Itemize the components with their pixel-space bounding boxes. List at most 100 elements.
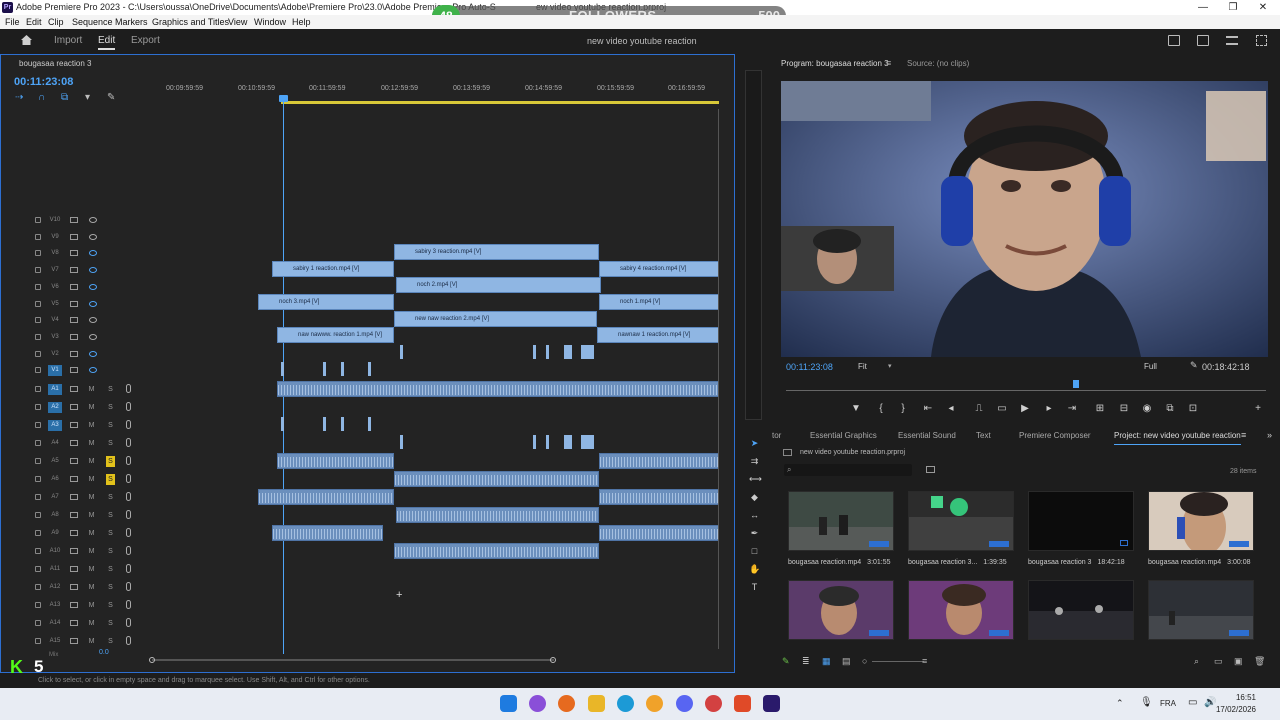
track-label[interactable]: V9 — [48, 232, 62, 243]
project-item-thumbnail[interactable] — [788, 491, 894, 551]
video-track-header[interactable]: V3 — [31, 329, 159, 346]
clip-small[interactable] — [341, 362, 344, 376]
network-icon[interactable]: ▭ — [1188, 697, 1197, 708]
video-track-header[interactable]: V6 — [31, 279, 159, 296]
audio-track-header[interactable]: A11 M S — [31, 561, 159, 578]
mute-button[interactable]: M — [87, 546, 96, 557]
video-track-header[interactable]: V1 — [31, 362, 159, 379]
pen-tool-icon[interactable]: ✒ — [749, 528, 760, 539]
clock[interactable]: 16:51 17/02/2026 — [1216, 692, 1256, 716]
audio-clip-a5[interactable] — [277, 453, 394, 469]
microphone-icon[interactable] — [126, 618, 131, 627]
video-track-header[interactable]: V4 — [31, 312, 159, 329]
microphone-icon[interactable] — [126, 438, 131, 447]
mark-in-icon[interactable]: { — [874, 403, 888, 414]
panel-menu-icon[interactable]: ≡ — [1241, 430, 1246, 440]
sync-lock-icon[interactable] — [70, 267, 78, 274]
sync-lock-icon[interactable] — [70, 566, 78, 572]
step-back-icon[interactable]: ◂ — [944, 403, 958, 414]
clip-sabiry-1[interactable]: sabiry 1 reaction.mp4 [V] — [272, 261, 394, 277]
sync-lock-icon[interactable] — [70, 476, 78, 482]
solo-button[interactable]: S — [106, 510, 115, 521]
add-marker-icon[interactable]: ▼ — [849, 403, 863, 414]
fullscreen-icon[interactable] — [1256, 35, 1267, 46]
home-icon[interactable] — [20, 34, 33, 46]
menu-graphics[interactable]: Graphics and Titles — [152, 15, 229, 29]
sequence-tab[interactable]: bougasaa reaction 3 — [19, 59, 92, 68]
language-indicator[interactable]: FRA — [1160, 699, 1176, 708]
audio-clip-a10[interactable] — [394, 543, 599, 559]
solo-button[interactable]: S — [106, 438, 115, 449]
audio-clip-a7b[interactable] — [599, 489, 719, 505]
microphone-icon[interactable] — [126, 510, 131, 519]
audio-track-header[interactable]: A12 M S — [31, 579, 159, 596]
track-label[interactable]: V3 — [48, 332, 62, 343]
volume-icon[interactable]: 🔊 — [1204, 697, 1216, 708]
microphone-icon[interactable] — [126, 528, 131, 537]
mix-value[interactable]: 0.0 — [99, 649, 109, 656]
clip-small[interactable] — [323, 362, 326, 376]
work-area-bar[interactable] — [281, 101, 719, 104]
track-label[interactable]: A4 — [48, 438, 62, 449]
track-label[interactable]: A3 — [48, 420, 62, 431]
audio-track-header[interactable]: A7 M S — [31, 489, 159, 506]
lock-icon[interactable] — [35, 367, 41, 374]
program-monitor[interactable]: Program: bougasaa reaction 3 ≡ Source: (… — [778, 54, 1280, 424]
lock-icon[interactable] — [35, 584, 41, 590]
track-label[interactable]: A9 — [48, 528, 62, 539]
lock-icon[interactable] — [35, 300, 41, 307]
close-button[interactable]: ✕ — [1248, 0, 1278, 15]
solo-button[interactable]: S — [106, 582, 115, 593]
lock-icon[interactable] — [35, 404, 41, 410]
solo-button[interactable]: S — [106, 420, 115, 431]
tab-essential-graphics[interactable]: Essential Graphics — [810, 431, 877, 440]
clip-noch-2[interactable]: noch 2.mp4 [V] — [396, 277, 601, 293]
solo-button[interactable]: S — [106, 636, 115, 647]
timeline-timecode[interactable]: 00:11:23:08 — [14, 76, 73, 88]
audio-track-header[interactable]: A5 M S — [31, 453, 159, 470]
export-frame-icon[interactable]: ◉ — [1140, 403, 1154, 414]
tab-import[interactable]: Import — [54, 35, 82, 46]
eye-icon[interactable] — [89, 217, 97, 223]
audio-track-header[interactable]: A9 M S — [31, 525, 159, 542]
share-icon[interactable] — [1197, 35, 1209, 46]
sync-lock-icon[interactable] — [70, 317, 78, 324]
audio-clip-small[interactable] — [281, 417, 284, 431]
lock-icon[interactable] — [35, 638, 41, 644]
audio-track-header[interactable]: A6 M S — [31, 471, 159, 488]
track-label[interactable]: A8 — [48, 510, 62, 521]
rectangle-tool-icon[interactable]: □ — [749, 546, 760, 557]
go-to-in-icon[interactable]: ⇤ — [921, 403, 935, 414]
video-track-header[interactable]: V7 — [31, 262, 159, 279]
minimize-button[interactable]: — — [1188, 0, 1218, 15]
program-menu-icon[interactable]: ≡ — [886, 58, 891, 68]
audio-clip-a9b[interactable] — [599, 525, 719, 541]
microphone-icon[interactable] — [126, 636, 131, 645]
sync-lock-icon[interactable] — [70, 386, 78, 392]
mute-button[interactable]: M — [87, 456, 96, 467]
chevron-down-icon[interactable]: ▾ — [888, 362, 892, 370]
clip-small[interactable] — [368, 362, 371, 376]
track-label[interactable]: A2 — [48, 402, 62, 413]
copilot-icon[interactable] — [529, 695, 546, 712]
eye-icon[interactable] — [89, 283, 97, 290]
lock-icon[interactable] — [35, 250, 41, 257]
track-label[interactable]: V4 — [48, 315, 62, 326]
sync-lock-icon[interactable] — [70, 300, 78, 307]
mute-button[interactable]: M — [87, 600, 96, 611]
settings-wrench-icon[interactable]: ✎ — [1190, 360, 1198, 371]
linked-selection-icon[interactable]: ⧉ — [61, 92, 68, 103]
menu-window[interactable]: Window — [254, 15, 286, 29]
lock-icon[interactable] — [35, 458, 41, 464]
solo-button[interactable]: S — [106, 528, 115, 539]
resolution-select[interactable]: Full — [1144, 362, 1157, 371]
lock-icon[interactable] — [35, 386, 41, 392]
program-scrubber[interactable] — [786, 390, 1266, 391]
mute-button[interactable]: M — [87, 492, 96, 503]
project-item-thumbnail[interactable] — [908, 491, 1014, 551]
lock-icon[interactable] — [35, 602, 41, 608]
microphone-icon[interactable] — [126, 402, 131, 411]
clip-small[interactable] — [281, 362, 284, 376]
track-label[interactable]: V5 — [48, 299, 62, 310]
audio-clip-a9[interactable] — [272, 525, 383, 541]
